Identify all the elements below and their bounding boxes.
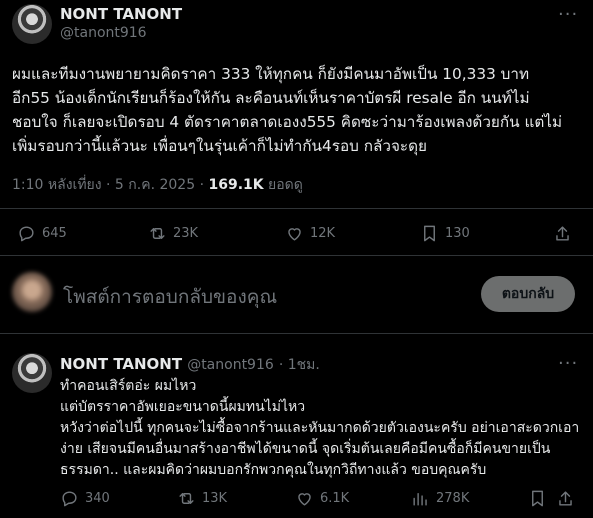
views-label: ยอดดู <box>263 177 303 193</box>
views-icon <box>413 493 427 506</box>
reply-count: 645 <box>42 226 67 241</box>
reply-retweet-count: 13K <box>202 491 228 506</box>
reply-time[interactable]: · 1ชม. <box>279 357 320 373</box>
tweet-timestamp[interactable]: 1:10 หลังเที่ยง · 5 ก.ค. 2025 · <box>12 177 208 193</box>
like-action[interactable]: 12K <box>285 224 335 243</box>
heart-icon <box>298 493 311 506</box>
reply-share-action[interactable] <box>556 489 575 508</box>
reply-icon <box>62 491 77 507</box>
divider <box>0 255 593 256</box>
views-count: 169.1K <box>208 177 264 193</box>
reply-author-avatar[interactable] <box>12 353 52 393</box>
author-name[interactable]: NONT TANONT <box>60 5 182 23</box>
tweet-text: ผมและทีมงานพยายามคิดราคา 333 ให้ทุกคน ก็… <box>12 65 563 155</box>
reply-submit-button[interactable]: ตอบกลับ <box>481 276 575 312</box>
tweet-meta: 1:10 หลังเที่ยง · 5 ก.ค. 2025 · 169.1K ย… <box>12 174 303 196</box>
reply-like-count: 6.1K <box>320 491 350 506</box>
like-count: 12K <box>310 226 336 241</box>
share-action[interactable] <box>553 224 572 243</box>
author-avatar[interactable] <box>12 4 52 44</box>
reply-reply-count: 340 <box>85 491 110 506</box>
reply-input[interactable]: โพสต์การตอบกลับของคุณ <box>63 282 277 312</box>
reply-bookmark-action[interactable] <box>528 489 547 508</box>
reply-like-action[interactable]: 6.1K <box>295 489 349 508</box>
reply-action[interactable]: 645 <box>17 224 67 243</box>
tweet-action-bar: 645 23K 12K 130 <box>0 218 593 248</box>
heart-icon <box>288 228 301 241</box>
retweet-count: 23K <box>173 226 199 241</box>
share-icon <box>556 226 569 241</box>
reply-action-bar: 340 13K 6.1K 278K <box>0 483 593 513</box>
user-avatar[interactable] <box>12 272 52 312</box>
reply-icon <box>19 226 34 242</box>
retweet-icon <box>150 228 165 239</box>
retweet-action[interactable]: 23K <box>148 224 198 243</box>
more-dots-icon[interactable]: ··· <box>558 6 578 24</box>
bookmark-count: 130 <box>445 226 470 241</box>
share-icon <box>559 491 572 506</box>
author-handle[interactable]: @tanont916 <box>60 25 147 41</box>
divider <box>0 333 593 334</box>
divider <box>0 208 593 209</box>
reply-author-handle[interactable]: @tanont916 <box>187 357 274 373</box>
bookmark-icon <box>532 490 543 507</box>
reply-retweet-action[interactable]: 13K <box>177 489 227 508</box>
retweet-icon <box>179 493 194 504</box>
reply-views-count: 278K <box>436 491 470 506</box>
reply-text: ทำคอนเสิร์ตอ่ะ ผมไหว แต่บัตรราคาอัพเยอะข… <box>60 378 580 478</box>
reply-author-name[interactable]: NONT TANONT <box>60 355 182 373</box>
reply-views-action[interactable]: 278K <box>411 489 469 508</box>
bookmark-icon <box>424 225 435 242</box>
bookmark-action[interactable]: 130 <box>420 224 470 243</box>
reply-more-dots-icon[interactable]: ··· <box>558 355 578 373</box>
reply-header: NONT TANONT @tanont916 · 1ชม. <box>60 354 320 376</box>
reply-reply-action[interactable]: 340 <box>60 489 110 508</box>
